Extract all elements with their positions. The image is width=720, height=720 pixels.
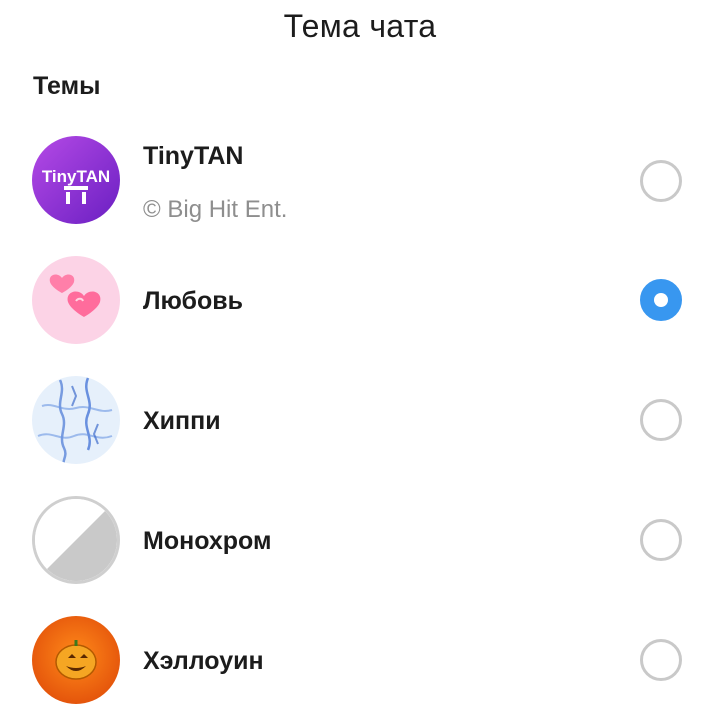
theme-radio-button-selected[interactable]	[640, 279, 682, 321]
theme-row-halloween[interactable]: Хэллоуин	[0, 600, 720, 720]
hippie-tiedye-thumbnail-icon	[32, 376, 120, 464]
theme-title: Хэллоуин	[143, 647, 264, 675]
page-title: Тема чата	[283, 8, 437, 44]
monochrome-thumbnail-icon	[32, 496, 120, 584]
halloween-pumpkin-thumbnail-icon	[32, 616, 120, 704]
theme-radio-button[interactable]	[640, 519, 682, 561]
theme-row-monochrome[interactable]: Монохром	[0, 480, 720, 600]
love-hearts-thumbnail-icon	[32, 256, 120, 344]
theme-radio-button[interactable]	[640, 399, 682, 441]
theme-radio-button[interactable]	[640, 639, 682, 681]
theme-row-tinytan[interactable]: TinyTAN TinyTAN © Big Hit Ent.	[0, 120, 720, 240]
theme-title: Монохром	[143, 527, 272, 555]
theme-title: Хиппи	[143, 407, 221, 435]
theme-title: TinyTAN	[143, 142, 244, 170]
section-heading-themes: Темы	[33, 72, 101, 100]
theme-row-love[interactable]: Любовь	[0, 240, 720, 360]
theme-copyright: © Big Hit Ent.	[143, 196, 288, 223]
radio-selected-dot	[654, 293, 668, 307]
theme-row-hippie[interactable]: Хиппи	[0, 360, 720, 480]
tinytan-thumbnail-icon: TinyTAN	[32, 136, 120, 224]
theme-title: Любовь	[143, 287, 244, 315]
tinytan-logo-text: TinyTAN	[42, 167, 110, 186]
theme-radio-button[interactable]	[640, 160, 682, 202]
